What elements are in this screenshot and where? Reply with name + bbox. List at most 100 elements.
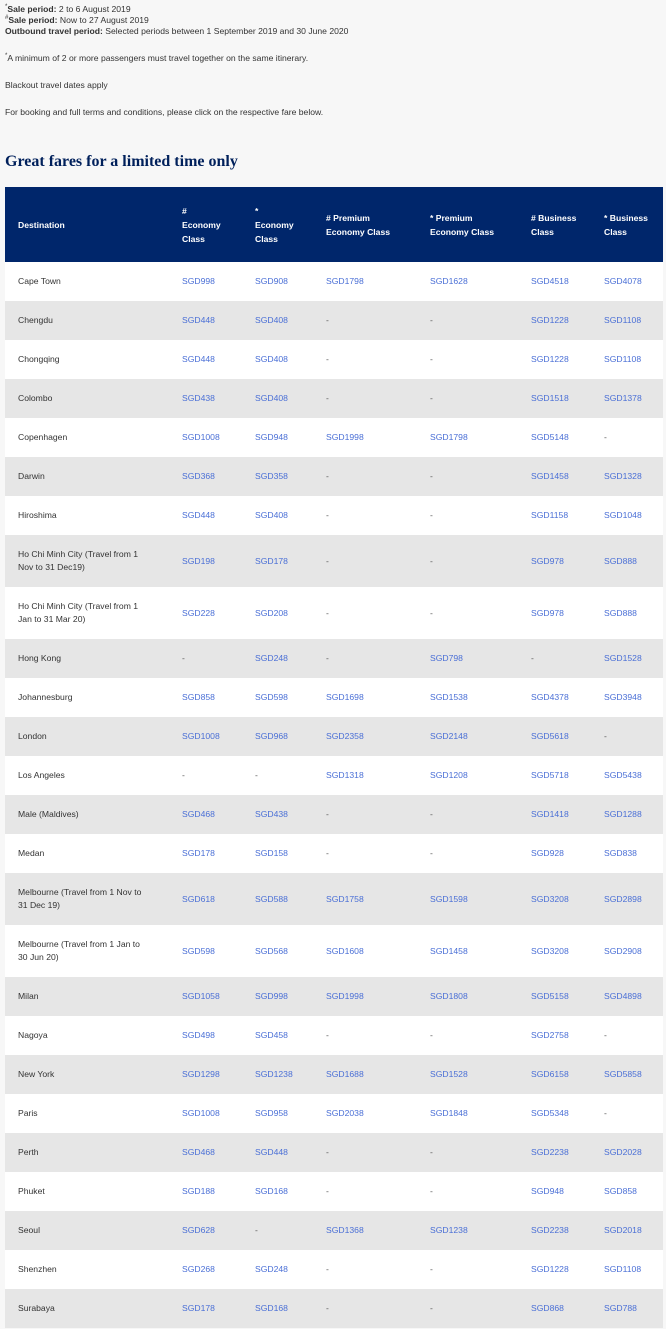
- fare-link[interactable]: SGD4898: [591, 977, 663, 1016]
- fare-link[interactable]: SGD1328: [591, 457, 663, 496]
- fare-link[interactable]: SGD1798: [313, 262, 417, 301]
- fare-link[interactable]: SGD408: [242, 340, 313, 379]
- fare-link[interactable]: SGD598: [169, 925, 242, 977]
- fare-link[interactable]: SGD1458: [518, 457, 591, 496]
- fare-link[interactable]: SGD2148: [417, 717, 518, 756]
- fare-link[interactable]: SGD1848: [417, 1094, 518, 1133]
- fare-link[interactable]: SGD1108: [591, 340, 663, 379]
- fare-link[interactable]: SGD4518: [518, 262, 591, 301]
- fare-link[interactable]: SGD168: [242, 1172, 313, 1211]
- fare-link[interactable]: SGD368: [169, 457, 242, 496]
- fare-link[interactable]: SGD2238: [518, 1133, 591, 1172]
- fare-link[interactable]: SGD1998: [313, 418, 417, 457]
- fare-link[interactable]: SGD2238: [518, 1211, 591, 1250]
- fare-link[interactable]: SGD928: [518, 834, 591, 873]
- fare-link[interactable]: SGD5348: [518, 1094, 591, 1133]
- fare-link[interactable]: SGD618: [169, 873, 242, 925]
- fare-link[interactable]: SGD1228: [518, 1250, 591, 1289]
- fare-link[interactable]: SGD1368: [313, 1211, 417, 1250]
- fare-link[interactable]: SGD1538: [417, 678, 518, 717]
- fare-link[interactable]: SGD958: [242, 1094, 313, 1133]
- fare-link[interactable]: SGD2358: [313, 717, 417, 756]
- fare-link[interactable]: SGD1628: [417, 262, 518, 301]
- fare-link[interactable]: SGD5858: [591, 1055, 663, 1094]
- fare-link[interactable]: SGD788: [591, 1289, 663, 1328]
- fare-link[interactable]: SGD1008: [169, 1094, 242, 1133]
- fare-link[interactable]: SGD1688: [313, 1055, 417, 1094]
- fare-link[interactable]: SGD978: [518, 587, 591, 639]
- fare-link[interactable]: SGD868: [518, 1289, 591, 1328]
- fare-link[interactable]: SGD1208: [417, 756, 518, 795]
- fare-link[interactable]: SGD408: [242, 379, 313, 418]
- fare-link[interactable]: SGD1008: [169, 418, 242, 457]
- fare-link[interactable]: SGD248: [242, 639, 313, 678]
- fare-link[interactable]: SGD1298: [169, 1055, 242, 1094]
- fare-link[interactable]: SGD178: [169, 1289, 242, 1328]
- fare-link[interactable]: SGD448: [169, 301, 242, 340]
- fare-link[interactable]: SGD1598: [417, 873, 518, 925]
- fare-link[interactable]: SGD588: [242, 873, 313, 925]
- fare-link[interactable]: SGD1318: [313, 756, 417, 795]
- fare-link[interactable]: SGD1158: [518, 496, 591, 535]
- fare-link[interactable]: SGD498: [169, 1016, 242, 1055]
- fare-link[interactable]: SGD1528: [591, 639, 663, 678]
- fare-link[interactable]: SGD438: [169, 379, 242, 418]
- fare-link[interactable]: SGD168: [242, 1289, 313, 1328]
- fare-link[interactable]: SGD1108: [591, 301, 663, 340]
- fare-link[interactable]: SGD1288: [591, 795, 663, 834]
- fare-link[interactable]: SGD1518: [518, 379, 591, 418]
- fare-link[interactable]: SGD408: [242, 496, 313, 535]
- fare-link[interactable]: SGD198: [169, 535, 242, 587]
- fare-link[interactable]: SGD1058: [169, 977, 242, 1016]
- fare-link[interactable]: SGD448: [169, 340, 242, 379]
- fare-link[interactable]: SGD188: [169, 1172, 242, 1211]
- fare-link[interactable]: SGD358: [242, 457, 313, 496]
- fare-link[interactable]: SGD1238: [417, 1211, 518, 1250]
- fare-link[interactable]: SGD628: [169, 1211, 242, 1250]
- fare-link[interactable]: SGD858: [169, 678, 242, 717]
- fare-link[interactable]: SGD2758: [518, 1016, 591, 1055]
- fare-link[interactable]: SGD408: [242, 301, 313, 340]
- fare-link[interactable]: SGD3208: [518, 873, 591, 925]
- fare-link[interactable]: SGD1808: [417, 977, 518, 1016]
- fare-link[interactable]: SGD1758: [313, 873, 417, 925]
- fare-link[interactable]: SGD248: [242, 1250, 313, 1289]
- fare-link[interactable]: SGD1108: [591, 1250, 663, 1289]
- fare-link[interactable]: SGD5148: [518, 418, 591, 457]
- fare-link[interactable]: SGD1528: [417, 1055, 518, 1094]
- fare-link[interactable]: SGD448: [242, 1133, 313, 1172]
- fare-link[interactable]: SGD998: [169, 262, 242, 301]
- fare-link[interactable]: SGD228: [169, 587, 242, 639]
- fare-link[interactable]: SGD798: [417, 639, 518, 678]
- fare-link[interactable]: SGD1008: [169, 717, 242, 756]
- fare-link[interactable]: SGD2038: [313, 1094, 417, 1133]
- fare-link[interactable]: SGD2018: [591, 1211, 663, 1250]
- fare-link[interactable]: SGD888: [591, 587, 663, 639]
- fare-link[interactable]: SGD178: [242, 535, 313, 587]
- fare-link[interactable]: SGD2028: [591, 1133, 663, 1172]
- fare-link[interactable]: SGD268: [169, 1250, 242, 1289]
- fare-link[interactable]: SGD908: [242, 262, 313, 301]
- fare-link[interactable]: SGD5438: [591, 756, 663, 795]
- fare-link[interactable]: SGD468: [169, 795, 242, 834]
- fare-link[interactable]: SGD208: [242, 587, 313, 639]
- fare-link[interactable]: SGD1378: [591, 379, 663, 418]
- fare-link[interactable]: SGD3208: [518, 925, 591, 977]
- fare-link[interactable]: SGD978: [518, 535, 591, 587]
- fare-link[interactable]: SGD438: [242, 795, 313, 834]
- fare-link[interactable]: SGD948: [242, 418, 313, 457]
- fare-link[interactable]: SGD1048: [591, 496, 663, 535]
- fare-link[interactable]: SGD158: [242, 834, 313, 873]
- fare-link[interactable]: SGD888: [591, 535, 663, 587]
- fare-link[interactable]: SGD5618: [518, 717, 591, 756]
- fare-link[interactable]: SGD1608: [313, 925, 417, 977]
- fare-link[interactable]: SGD3948: [591, 678, 663, 717]
- fare-link[interactable]: SGD1698: [313, 678, 417, 717]
- fare-link[interactable]: SGD5718: [518, 756, 591, 795]
- fare-link[interactable]: SGD458: [242, 1016, 313, 1055]
- fare-link[interactable]: SGD1458: [417, 925, 518, 977]
- fare-link[interactable]: SGD178: [169, 834, 242, 873]
- fare-link[interactable]: SGD968: [242, 717, 313, 756]
- fare-link[interactable]: SGD4378: [518, 678, 591, 717]
- fare-link[interactable]: SGD568: [242, 925, 313, 977]
